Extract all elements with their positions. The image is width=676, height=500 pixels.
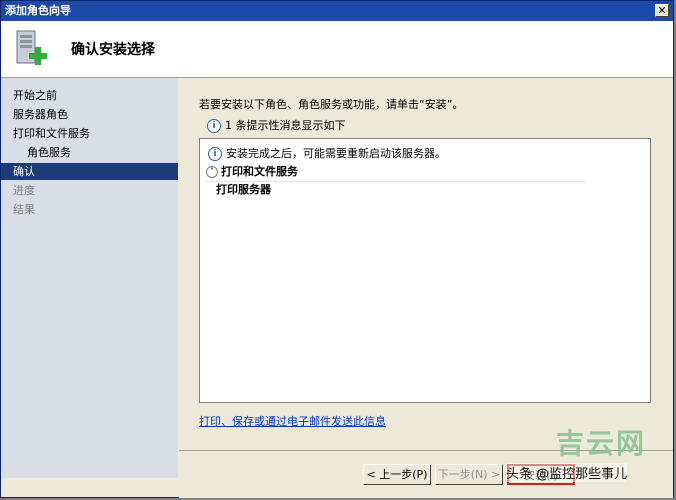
close-icon: ✕ xyxy=(657,4,667,17)
server-add-icon xyxy=(16,30,47,65)
intro-text: 若要安装以下角色、角色服务或功能，请单击“安装”。 xyxy=(199,98,464,111)
summary-listbox[interactable]: i 安装完成之后，可能需要重新启动该服务器。 ˄ 打印和文件服务 打印服务器 xyxy=(199,138,651,403)
nav-item-server-roles[interactable]: 服务器角色 xyxy=(1,106,178,123)
wizard-nav: 开始之前 服务器角色 打印和文件服务 角色服务 确认 进度 结果 xyxy=(1,78,178,478)
info-icon: i xyxy=(207,119,221,133)
content-pane: 若要安装以下角色、角色服务或功能，请单击“安装”。 i1 条提示性消息显示如下 … xyxy=(179,78,673,450)
nav-item-before-you-begin[interactable]: 开始之前 xyxy=(1,87,178,104)
section-header[interactable]: ˄ 打印和文件服务 xyxy=(206,163,586,182)
print-save-email-link[interactable]: 打印、保存或通过电子邮件发送此信息 xyxy=(199,413,386,429)
title-bar[interactable]: 添加角色向导 ✕ xyxy=(1,1,673,21)
next-button: 下一步(N) > xyxy=(435,464,503,485)
restart-note-text: 安装完成之后，可能需要重新启动该服务器。 xyxy=(226,147,446,160)
nav-item-print-file-services[interactable]: 打印和文件服务 xyxy=(1,125,178,142)
section-item: 打印服务器 xyxy=(216,183,271,196)
page-title: 确认安装选择 xyxy=(71,42,155,58)
info-icon: i xyxy=(208,147,222,161)
watermark-logo: 吉云网 xyxy=(556,427,647,460)
nav-item-confirmation[interactable]: 确认 xyxy=(1,163,178,180)
nav-item-progress: 进度 xyxy=(13,184,35,197)
info-count-line: i 1 条提示性消息显示如下 xyxy=(207,117,346,133)
window-title: 添加角色向导 xyxy=(5,4,71,17)
watermark-caption: 头条 @监控那些事儿 xyxy=(506,463,628,482)
chevron-up-icon[interactable]: ˄ xyxy=(206,166,218,178)
close-button[interactable]: ✕ xyxy=(655,4,669,17)
info-count-text: 1 条提示性消息显示如下 xyxy=(225,119,346,132)
back-button[interactable]: < 上一步(P) xyxy=(363,464,431,485)
restart-note: i 安装完成之后，可能需要重新启动该服务器。 xyxy=(208,145,446,161)
nav-item-role-services[interactable]: 角色服务 xyxy=(1,144,178,161)
wizard-header: 确认安装选择 xyxy=(1,21,673,78)
nav-item-results: 结果 xyxy=(13,203,35,216)
section-title: 打印和文件服务 xyxy=(221,165,298,178)
